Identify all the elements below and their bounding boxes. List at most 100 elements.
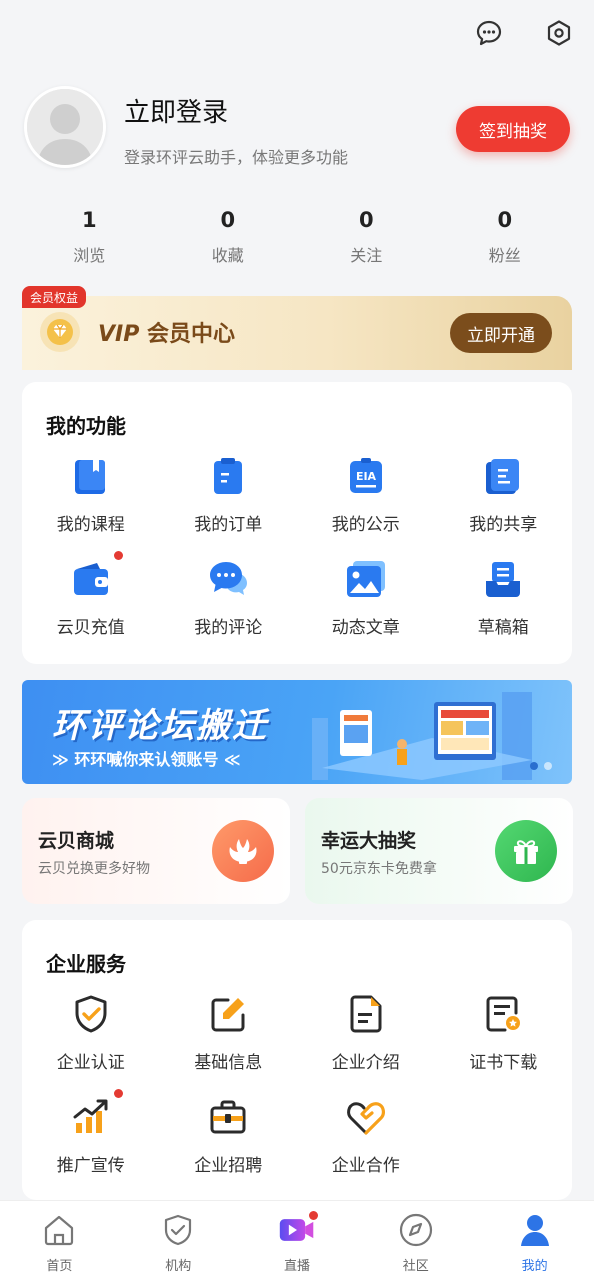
growth-chart-icon — [69, 1089, 123, 1139]
enterprise-certificate-download[interactable]: 证书下载 — [435, 992, 573, 1073]
tab-institutions[interactable]: 机构 — [119, 1201, 238, 1280]
stat-label: 浏览 — [73, 246, 106, 265]
message-icon[interactable] — [474, 18, 504, 48]
yunbei-mall-card[interactable]: 云贝商城 云贝兑换更多好物 — [22, 798, 290, 904]
enterprise-label: 推广宣传 — [56, 1156, 125, 1176]
header-actions — [474, 18, 574, 48]
promo-subtitle: 50元京东卡免费拿 — [321, 861, 437, 877]
banner-illustration — [312, 692, 532, 780]
avatar[interactable] — [24, 86, 106, 168]
functions-grid: 我的课程 我的订单 EIA 我的公示 我的共享 云贝充值 我的评论 动态文章 草… — [22, 454, 572, 638]
tab-live[interactable]: 直播 — [238, 1201, 357, 1280]
stat-number: 0 — [497, 208, 513, 232]
function-yunbei-recharge[interactable]: 云贝充值 — [22, 551, 160, 638]
carousel-indicator — [530, 762, 552, 770]
certificate-icon — [481, 992, 525, 1036]
carousel-dot-active — [530, 762, 538, 770]
enterprise-cooperation[interactable]: 企业合作 — [297, 1095, 435, 1176]
document-icon — [344, 992, 388, 1036]
promo-subtitle: 云贝兑换更多好物 — [38, 861, 150, 877]
clipboard-icon — [206, 454, 250, 498]
vip-label: VIP — [98, 322, 140, 347]
tab-home[interactable]: 首页 — [0, 1201, 119, 1280]
image-icon — [344, 557, 388, 601]
vip-center-label: 会员中心 — [147, 322, 236, 347]
notification-dot — [113, 551, 123, 560]
enterprise-recruitment[interactable]: 企业招聘 — [160, 1095, 298, 1176]
stat-number: 1 — [81, 208, 97, 232]
notification-dot — [308, 1211, 318, 1220]
eia-icon: EIA — [344, 454, 388, 498]
function-my-publicity[interactable]: EIA 我的公示 — [297, 454, 435, 535]
enterprise-basic-info[interactable]: 基础信息 — [160, 992, 298, 1073]
share-doc-icon — [481, 454, 525, 498]
vip-card[interactable]: 会员权益 VIP 会员中心 立即开通 — [22, 286, 572, 380]
function-label: 我的订单 — [194, 515, 263, 535]
drafts-icon — [481, 557, 525, 601]
tab-label: 机构 — [165, 1259, 192, 1274]
lucky-draw-card[interactable]: 幸运大抽奖 50元京东卡免费拿 — [305, 798, 573, 904]
gift-icon — [495, 820, 557, 882]
wallet-icon — [69, 551, 123, 601]
enterprise-label: 证书下载 — [469, 1053, 538, 1073]
function-drafts[interactable]: 草稿箱 — [435, 557, 573, 638]
function-my-comments[interactable]: 我的评论 — [160, 557, 298, 638]
my-functions-card: 我的功能 我的课程 我的订单 EIA 我的公示 我的共享 云贝充值 我的评论 动… — [22, 382, 572, 664]
function-my-courses[interactable]: 我的课程 — [22, 454, 160, 535]
notification-dot — [113, 1089, 123, 1098]
bottom-tab-bar: 首页 机构 直播 社区 我的 — [0, 1200, 594, 1280]
function-label: 云贝充值 — [56, 618, 125, 638]
section-title: 企业服务 — [46, 952, 126, 976]
tab-label: 直播 — [283, 1259, 310, 1274]
enterprise-label: 企业认证 — [56, 1053, 125, 1073]
stat-fans[interactable]: 0 粉丝 — [436, 208, 575, 266]
promo-title: 云贝商城 — [38, 830, 115, 852]
home-icon — [40, 1211, 78, 1249]
banner-title: 环评论坛搬迁 — [52, 706, 268, 746]
person-icon — [516, 1211, 554, 1249]
section-title: 我的功能 — [46, 414, 126, 438]
function-label: 动态文章 — [331, 618, 400, 638]
function-label: 我的评论 — [194, 618, 263, 638]
enterprise-services-card: 企业服务 企业认证 基础信息 企业介绍 证书下载 推广宣传 企业招聘 企业合作 — [22, 920, 572, 1200]
shield-check-icon — [69, 992, 113, 1036]
stats-row: 1 浏览 0 收藏 0 关注 0 粉丝 — [20, 208, 574, 266]
carousel-dot — [544, 762, 552, 770]
tab-mine[interactable]: 我的 — [475, 1201, 594, 1280]
stat-favorites[interactable]: 0 收藏 — [159, 208, 298, 266]
book-icon — [69, 454, 113, 498]
stat-browse[interactable]: 1 浏览 — [20, 208, 159, 266]
function-label: 我的课程 — [56, 515, 125, 535]
forum-migration-banner[interactable]: 环评论坛搬迁 ≫ 环环喊你来认领账号 ≪ — [22, 680, 572, 784]
compass-icon — [397, 1211, 435, 1249]
stat-following[interactable]: 0 关注 — [297, 208, 436, 266]
profile-section: 立即登录 登录环评云助手，体验更多功能 签到抽奖 — [24, 86, 570, 172]
shield-icon — [159, 1211, 197, 1249]
enterprise-label: 企业招聘 — [194, 1156, 263, 1176]
checkin-lottery-button[interactable]: 签到抽奖 — [456, 106, 570, 152]
edit-icon — [206, 992, 250, 1036]
login-title[interactable]: 立即登录 — [124, 92, 228, 129]
enterprise-certification[interactable]: 企业认证 — [22, 992, 160, 1073]
function-my-orders[interactable]: 我的订单 — [160, 454, 298, 535]
comment-icon — [206, 557, 250, 601]
shell-icon — [212, 820, 274, 882]
enterprise-grid: 企业认证 基础信息 企业介绍 证书下载 推广宣传 企业招聘 企业合作 — [22, 992, 572, 1176]
open-vip-button[interactable]: 立即开通 — [450, 313, 552, 353]
live-video-icon — [278, 1211, 318, 1249]
function-articles[interactable]: 动态文章 — [297, 557, 435, 638]
function-label: 我的公示 — [331, 515, 400, 535]
stat-label: 粉丝 — [488, 246, 521, 265]
settings-icon[interactable] — [544, 18, 574, 48]
member-benefits-badge: 会员权益 — [22, 286, 87, 308]
stat-number: 0 — [220, 208, 236, 232]
briefcase-icon — [206, 1095, 250, 1139]
enterprise-label: 基础信息 — [194, 1053, 263, 1073]
tab-label: 我的 — [521, 1259, 548, 1274]
tab-community[interactable]: 社区 — [356, 1201, 475, 1280]
stat-number: 0 — [358, 208, 374, 232]
enterprise-promotion[interactable]: 推广宣传 — [22, 1089, 160, 1176]
enterprise-intro[interactable]: 企业介绍 — [297, 992, 435, 1073]
svg-text:EIA: EIA — [356, 470, 377, 483]
function-my-share[interactable]: 我的共享 — [435, 454, 573, 535]
